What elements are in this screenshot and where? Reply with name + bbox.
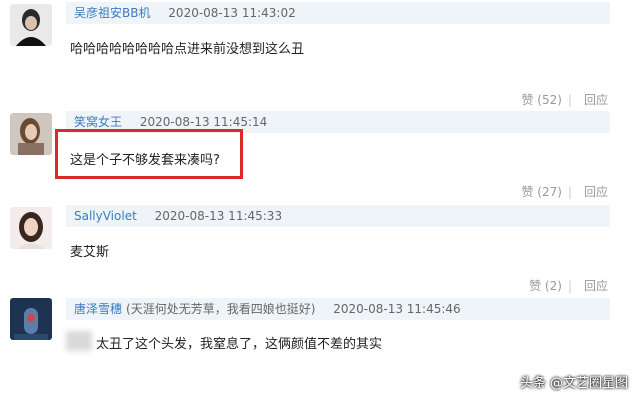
avatar[interactable] [10, 4, 52, 46]
comment-meta: SallyViolet 2020-08-13 11:45:33 [66, 205, 610, 227]
username-link[interactable]: 笑窝女王 [66, 115, 122, 129]
user-note: (天涯何处无芳草，我看四娘也挺好) [126, 302, 316, 316]
divider: | [567, 93, 572, 107]
avatar-image [10, 4, 52, 46]
comment-text: 太丑了这个头发，我窒息了，这俩颜值不差的其实 [96, 337, 383, 352]
username-link[interactable]: 唐泽雪穗 [66, 302, 122, 316]
timestamp: 2020-08-13 11:45:46 [333, 302, 461, 316]
highlight-box [55, 129, 243, 179]
timestamp: 2020-08-13 11:43:02 [168, 6, 296, 20]
reply-button[interactable]: 回应 [584, 185, 608, 199]
timestamp: 2020-08-13 11:45:33 [154, 209, 283, 223]
comment-text: 哈哈哈哈哈哈哈哈点进来前没想到这么丑 [70, 42, 305, 57]
divider: | [567, 279, 572, 293]
like-button[interactable]: 赞 (27) [521, 185, 561, 199]
comment-text: 麦艾斯 [70, 245, 110, 260]
avatar[interactable] [10, 298, 52, 340]
comment-actions: 赞 (2) | 回应 [523, 277, 608, 294]
comment-meta: 吴彦祖安BB机 2020-08-13 11:43:02 [66, 2, 610, 24]
reply-button[interactable]: 回应 [584, 93, 608, 107]
avatar[interactable] [10, 113, 52, 155]
watermark: 头条 @文艺圈星图 [519, 376, 628, 391]
timestamp: 2020-08-13 11:45:14 [139, 115, 268, 129]
username-link[interactable]: SallyViolet [66, 209, 137, 223]
redacted-mention [66, 331, 92, 351]
like-button[interactable]: 赞 (2) [529, 279, 562, 293]
comment-actions: 赞 (27) | 回应 [515, 183, 608, 200]
reply-button[interactable]: 回应 [584, 279, 608, 293]
divider: | [567, 185, 572, 199]
avatar-image [10, 207, 52, 249]
username-link[interactable]: 吴彦祖安BB机 [66, 6, 150, 20]
avatar[interactable] [10, 207, 52, 249]
comment-actions: 赞 (52) | 回应 [515, 91, 608, 108]
avatar-image [10, 113, 52, 155]
like-button[interactable]: 赞 (52) [521, 93, 561, 107]
comment-meta: 唐泽雪穗 (天涯何处无芳草，我看四娘也挺好) 2020-08-13 11:45:4… [66, 298, 610, 320]
avatar-image [10, 298, 52, 340]
